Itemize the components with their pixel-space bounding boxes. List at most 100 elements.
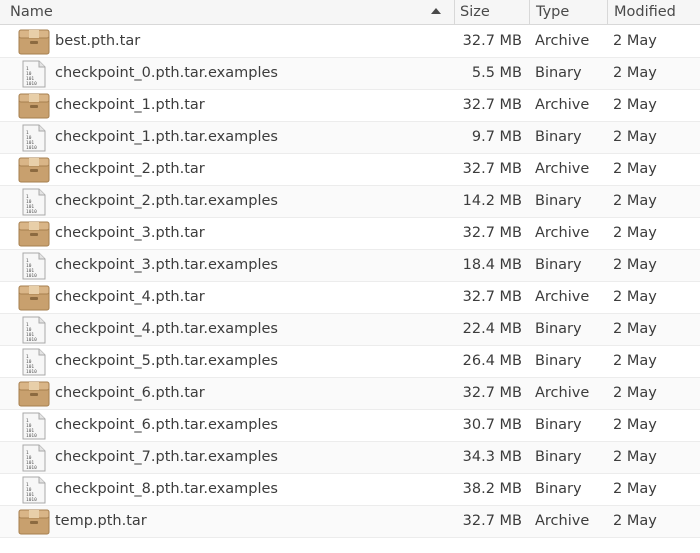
column-header-type[interactable]: Type <box>529 0 607 24</box>
file-name: checkpoint_3.pth.tar.examples <box>55 257 278 273</box>
file-row[interactable]: 1 10 101 1010 checkpoint_1.pth.tar.examples 9… <box>0 122 700 154</box>
file-size: 22.4 MB <box>462 321 522 337</box>
file-modified: 2 May <box>613 161 657 177</box>
file-size: 14.2 MB <box>462 193 522 209</box>
file-row[interactable]: checkpoint_1.pth.tar 32.7 MB Archive 2 May <box>0 90 700 122</box>
file-type: Archive <box>535 97 590 113</box>
file-size: 32.7 MB <box>462 97 522 113</box>
svg-text:1010: 1010 <box>26 81 37 87</box>
file-row[interactable]: 1 10 101 1010 checkpoint_0.pth.tar.examples 5… <box>0 58 700 90</box>
file-type: Archive <box>535 161 590 177</box>
file-modified: 2 May <box>613 513 657 529</box>
file-type: Binary <box>535 481 582 497</box>
file-name: checkpoint_5.pth.tar.examples <box>55 353 278 369</box>
file-type: Binary <box>535 65 582 81</box>
file-modified: 2 May <box>613 65 657 81</box>
binary-file-icon: 1 10 101 1010 <box>22 124 46 156</box>
binary-file-icon: 1 10 101 1010 <box>22 252 46 284</box>
column-header-bar: Name Size Type Modified <box>0 0 700 25</box>
binary-file-icon: 1 10 101 1010 <box>22 60 46 92</box>
file-row[interactable]: 1 10 101 1010 checkpoint_7.pth.tar.examples 3… <box>0 442 700 474</box>
file-name: checkpoint_6.pth.tar <box>55 385 205 401</box>
file-name: checkpoint_2.pth.tar.examples <box>55 193 278 209</box>
binary-file-icon: 1 10 101 1010 <box>22 188 46 220</box>
file-size: 5.5 MB <box>471 65 522 81</box>
archive-box-icon <box>18 29 50 59</box>
file-row[interactable]: checkpoint_4.pth.tar 32.7 MB Archive 2 May <box>0 282 700 314</box>
file-row[interactable]: checkpoint_6.pth.tar 32.7 MB Archive 2 May <box>0 378 700 410</box>
file-size: 32.7 MB <box>462 33 522 49</box>
binary-file-icon: 1 10 101 1010 <box>22 348 46 380</box>
file-modified: 2 May <box>613 353 657 369</box>
file-modified: 2 May <box>613 33 657 49</box>
file-size: 38.2 MB <box>462 481 522 497</box>
file-type: Binary <box>535 417 582 433</box>
file-size: 32.7 MB <box>462 225 522 241</box>
file-row[interactable]: 1 10 101 1010 checkpoint_8.pth.tar.examples 3… <box>0 474 700 506</box>
column-header-size[interactable]: Size <box>454 0 529 24</box>
file-size: 18.4 MB <box>462 257 522 273</box>
file-row[interactable]: checkpoint_2.pth.tar 32.7 MB Archive 2 May <box>0 154 700 186</box>
file-name: checkpoint_2.pth.tar <box>55 161 205 177</box>
file-modified: 2 May <box>613 129 657 145</box>
file-modified: 2 May <box>613 417 657 433</box>
file-row[interactable]: 1 10 101 1010 checkpoint_5.pth.tar.examples 2… <box>0 346 700 378</box>
file-row[interactable]: 1 10 101 1010 checkpoint_3.pth.tar.examples 1… <box>0 250 700 282</box>
file-name: checkpoint_1.pth.tar.examples <box>55 129 278 145</box>
file-size: 34.3 MB <box>462 449 522 465</box>
file-name: checkpoint_0.pth.tar.examples <box>55 65 278 81</box>
svg-text:1010: 1010 <box>26 497 37 503</box>
binary-file-icon: 1 10 101 1010 <box>22 476 46 508</box>
file-name: checkpoint_3.pth.tar <box>55 225 205 241</box>
file-type: Archive <box>535 289 590 305</box>
file-row[interactable]: 1 10 101 1010 checkpoint_4.pth.tar.examples 2… <box>0 314 700 346</box>
file-size: 30.7 MB <box>462 417 522 433</box>
file-type: Archive <box>535 225 590 241</box>
svg-text:1010: 1010 <box>26 369 37 375</box>
sort-ascending-icon[interactable] <box>431 8 441 14</box>
file-list: best.pth.tar 32.7 MB Archive 2 May 1 10 101 101… <box>0 26 700 538</box>
svg-text:1010: 1010 <box>26 433 37 439</box>
file-name: checkpoint_1.pth.tar <box>55 97 205 113</box>
file-modified: 2 May <box>613 193 657 209</box>
file-modified: 2 May <box>613 481 657 497</box>
file-modified: 2 May <box>613 257 657 273</box>
file-size: 32.7 MB <box>462 289 522 305</box>
file-name: checkpoint_6.pth.tar.examples <box>55 417 278 433</box>
file-row[interactable]: checkpoint_3.pth.tar 32.7 MB Archive 2 May <box>0 218 700 250</box>
file-type: Archive <box>535 513 590 529</box>
file-modified: 2 May <box>613 289 657 305</box>
file-size: 26.4 MB <box>462 353 522 369</box>
file-size: 32.7 MB <box>462 385 522 401</box>
binary-file-icon: 1 10 101 1010 <box>22 412 46 444</box>
file-size: 32.7 MB <box>462 513 522 529</box>
svg-text:1010: 1010 <box>26 337 37 343</box>
column-header-name[interactable]: Name <box>0 0 454 24</box>
svg-text:1010: 1010 <box>26 465 37 471</box>
file-modified: 2 May <box>613 449 657 465</box>
column-header-modified[interactable]: Modified <box>607 0 700 24</box>
file-modified: 2 May <box>613 97 657 113</box>
file-name: temp.pth.tar <box>55 513 147 529</box>
file-row[interactable]: best.pth.tar 32.7 MB Archive 2 May <box>0 26 700 58</box>
archive-box-icon <box>18 157 50 187</box>
file-type: Binary <box>535 257 582 273</box>
file-row[interactable]: 1 10 101 1010 checkpoint_6.pth.tar.examples 3… <box>0 410 700 442</box>
file-type: Binary <box>535 129 582 145</box>
archive-box-icon <box>18 381 50 411</box>
file-row[interactable]: temp.pth.tar 32.7 MB Archive 2 May <box>0 506 700 538</box>
file-name: checkpoint_4.pth.tar.examples <box>55 321 278 337</box>
file-size: 32.7 MB <box>462 161 522 177</box>
file-row[interactable]: 1 10 101 1010 checkpoint_2.pth.tar.examples 1… <box>0 186 700 218</box>
file-type: Binary <box>535 193 582 209</box>
file-type: Binary <box>535 321 582 337</box>
svg-text:1010: 1010 <box>26 145 37 151</box>
svg-text:1010: 1010 <box>26 209 37 215</box>
file-name: checkpoint_4.pth.tar <box>55 289 205 305</box>
file-name: checkpoint_7.pth.tar.examples <box>55 449 278 465</box>
binary-file-icon: 1 10 101 1010 <box>22 316 46 348</box>
file-type: Archive <box>535 385 590 401</box>
file-size: 9.7 MB <box>471 129 522 145</box>
file-type: Archive <box>535 33 590 49</box>
file-name: best.pth.tar <box>55 33 141 49</box>
